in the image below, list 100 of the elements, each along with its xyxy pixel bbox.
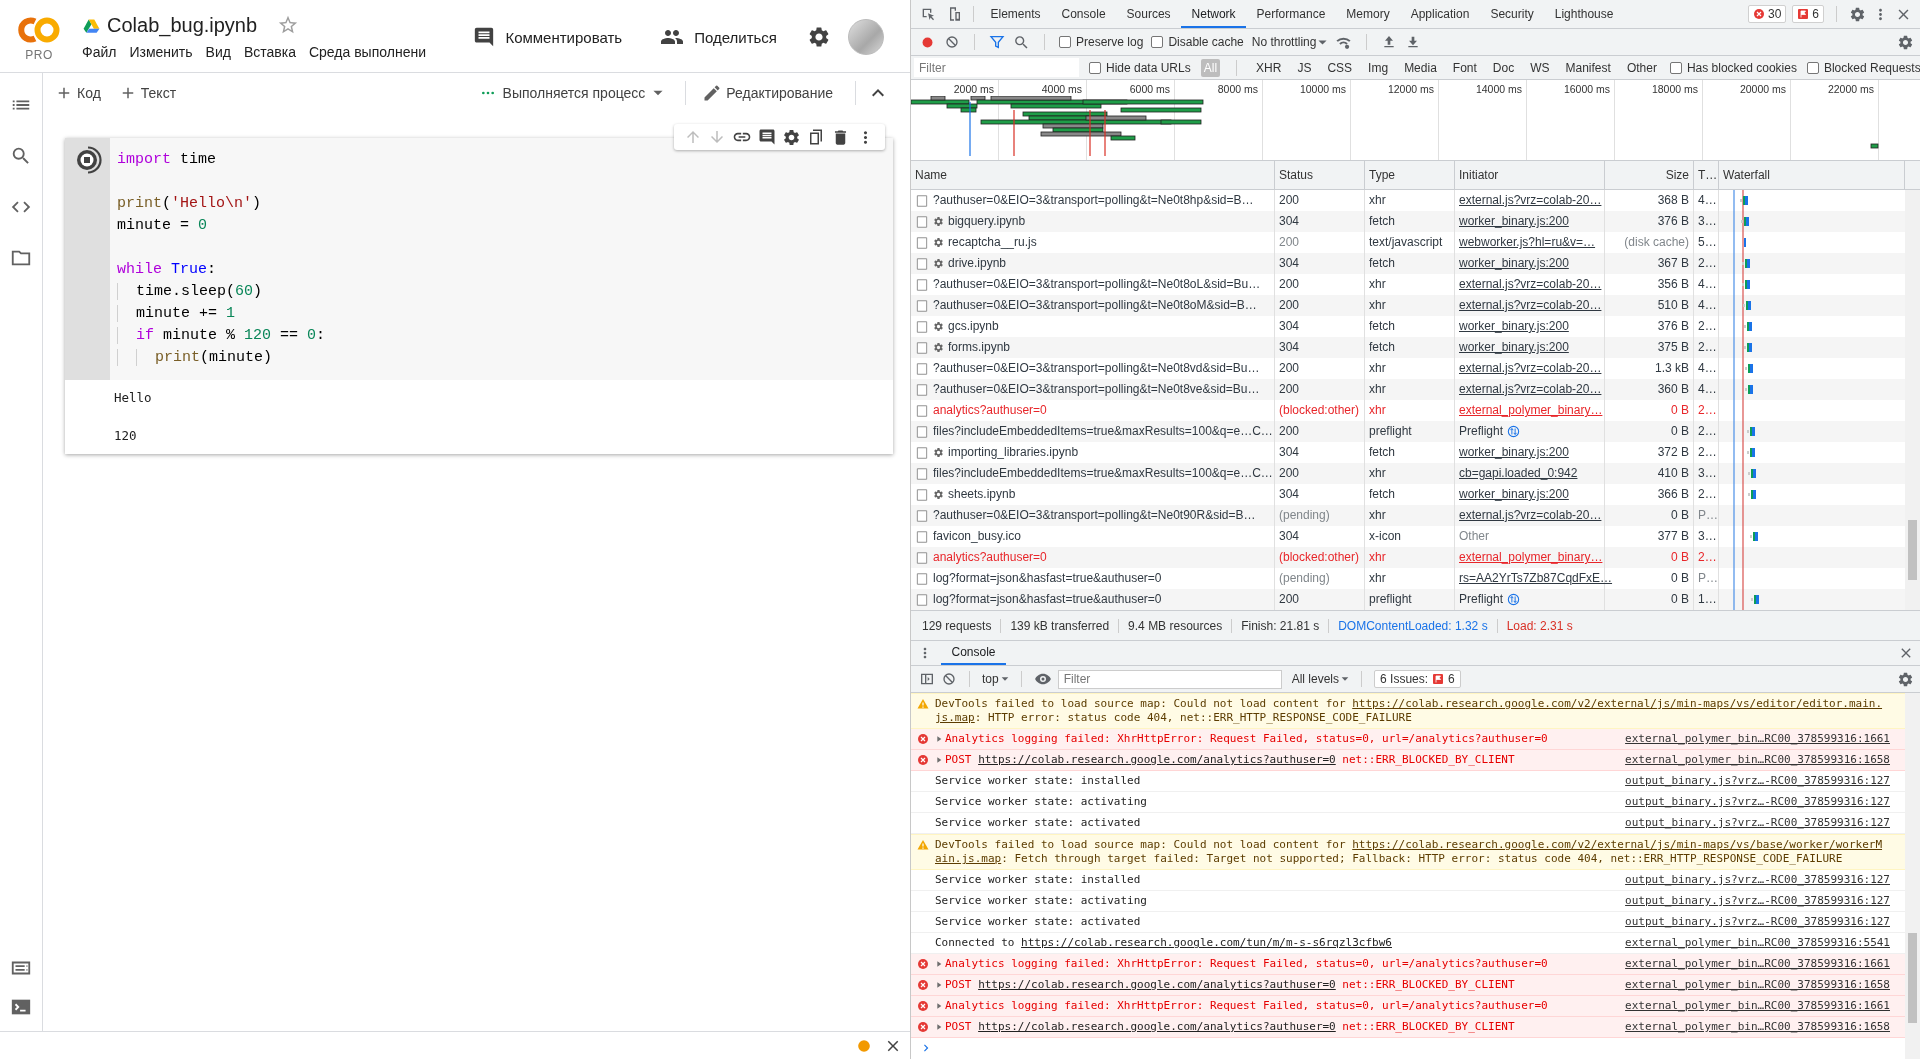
source-link[interactable]: external_polymer_bin…RC00_378599316:1661 bbox=[1625, 732, 1890, 746]
throttling-dropdown[interactable]: No throttling bbox=[1251, 35, 1328, 49]
request-row[interactable]: files?includeEmbeddedItems=true&maxResults=100&q=e…C… 200 xhr cb=gapi.loaded_0:942 410 B 3… bbox=[911, 463, 1905, 484]
type-filter[interactable]: Other bbox=[1623, 58, 1660, 77]
source-link[interactable]: external_polymer_bin…RC00_378599316:5541 bbox=[1625, 936, 1890, 950]
menu-item[interactable]: Вид bbox=[205, 44, 231, 60]
settings-icon[interactable] bbox=[782, 127, 801, 147]
request-name[interactable]: ?authuser=0&EIO=3&transport=polling&t=Ne0t90R&sid=B… bbox=[933, 505, 1256, 526]
panel-tab[interactable]: Console bbox=[1051, 0, 1117, 28]
runtime-status-button[interactable]: Выполняется процесс bbox=[474, 81, 670, 105]
initiator-link[interactable]: external.js?vrz=colab-20… bbox=[1459, 505, 1602, 526]
panel-tab[interactable]: Application bbox=[1400, 0, 1480, 28]
source-link[interactable]: output_binary.js?vrz…-RC00_378599316:127 bbox=[1625, 795, 1890, 809]
menu-item[interactable]: Файл bbox=[82, 44, 117, 60]
issue-count-badge[interactable]: 6 bbox=[1792, 5, 1824, 23]
source-link[interactable]: external_polymer_bin…RC00_378599316:1661 bbox=[1625, 957, 1890, 971]
source-link[interactable]: output_binary.js?vrz…-RC00_378599316:127 bbox=[1625, 774, 1890, 788]
settings-icon[interactable] bbox=[807, 25, 831, 49]
request-name[interactable]: gcs.ipynb bbox=[948, 316, 999, 337]
request-name[interactable]: recaptcha__ru.js bbox=[948, 232, 1037, 253]
request-row[interactable]: ?authuser=0&EIO=3&transport=polling&t=Ne0t90R&sid=B… (pending) xhr external.js?vrz=colab-20… 0 B P… bbox=[911, 505, 1905, 526]
column-header[interactable]: Status bbox=[1275, 161, 1365, 189]
preflight-icon[interactable] bbox=[1507, 425, 1521, 438]
expand-arrow-icon[interactable] bbox=[935, 1002, 943, 1010]
comment-button[interactable]: Комментировать bbox=[465, 20, 631, 54]
request-row[interactable]: forms.ipynb 304 fetch worker_binary.js:200 375 B 2… bbox=[911, 337, 1905, 358]
type-filter[interactable]: Media bbox=[1401, 58, 1440, 77]
expand-arrow-icon[interactable] bbox=[935, 981, 943, 989]
request-row[interactable]: ?authuser=0&EIO=3&transport=polling&t=Ne0t8ve&sid=Bu… 200 xhr external.js?vrz=colab-20… 360 B 4… bbox=[911, 379, 1905, 400]
initiator-link[interactable]: external.js?vrz=colab-20… bbox=[1459, 379, 1602, 400]
checkbox[interactable]: Blocked Requests bbox=[1806, 60, 1920, 75]
clear-icon[interactable] bbox=[944, 34, 960, 50]
checkbox[interactable]: Disable cache bbox=[1151, 35, 1244, 49]
message-link[interactable]: ain.js.map bbox=[935, 852, 1002, 865]
notebook-title[interactable]: Colab_bug.ipynb bbox=[107, 13, 258, 37]
search-icon[interactable] bbox=[10, 145, 32, 167]
request-name[interactable]: drive.ipynb bbox=[948, 253, 1007, 274]
colab-logo[interactable] bbox=[16, 15, 62, 45]
preflight-icon[interactable] bbox=[1507, 593, 1521, 606]
panel-tab[interactable]: Sources bbox=[1116, 0, 1182, 28]
type-filter[interactable]: WS bbox=[1527, 58, 1553, 77]
clear-icon[interactable] bbox=[941, 671, 957, 687]
initiator-link[interactable]: webworker.js?hl=ru&v=… bbox=[1459, 232, 1596, 253]
filter-field[interactable]: Filter bbox=[1057, 669, 1282, 689]
request-row[interactable]: files?includeEmbeddedItems=true&maxResults=100&q=e…C… 200 preflight Preflight 0 B 2… bbox=[911, 421, 1905, 442]
add-text-button[interactable]: Текст bbox=[112, 80, 183, 106]
column-header[interactable]: Type bbox=[1365, 161, 1455, 189]
scrollbar[interactable] bbox=[1905, 693, 1920, 1059]
initiator-link[interactable]: external_polymer_binary… bbox=[1459, 400, 1603, 421]
column-header[interactable]: T… bbox=[1694, 161, 1719, 189]
comment-icon[interactable] bbox=[758, 128, 776, 146]
column-header[interactable]: Waterfall bbox=[1719, 161, 1905, 189]
settings-icon[interactable] bbox=[1897, 33, 1914, 51]
request-row[interactable]: drive.ipynb 304 fetch worker_binary.js:200 367 B 2… bbox=[911, 253, 1905, 274]
type-filter[interactable]: CSS bbox=[1324, 58, 1356, 77]
column-header[interactable]: Initiator bbox=[1455, 161, 1605, 189]
message-link[interactable]: https://colab.research.google.com/analytics?authuser=0 bbox=[978, 1020, 1336, 1033]
request-name[interactable]: analytics?authuser=0 bbox=[933, 547, 1047, 568]
source-link[interactable]: external_polymer_bin…RC00_378599316:1658 bbox=[1625, 1020, 1890, 1034]
message-link[interactable]: js.map bbox=[935, 711, 975, 724]
panel-tab[interactable]: Elements bbox=[980, 0, 1052, 28]
request-name[interactable]: sheets.ipynb bbox=[948, 484, 1016, 505]
type-filter[interactable]: XHR bbox=[1253, 58, 1285, 77]
request-name[interactable]: importing_libraries.ipynb bbox=[948, 442, 1079, 463]
request-name[interactable]: ?authuser=0&EIO=3&transport=polling&t=Ne0t8ve&sid=Bu… bbox=[933, 379, 1260, 400]
type-filter[interactable]: Manifest bbox=[1562, 58, 1614, 77]
panel-tab[interactable]: Security bbox=[1479, 0, 1545, 28]
filter-field[interactable]: Filter bbox=[914, 58, 1079, 77]
initiator-link[interactable]: external.js?vrz=colab-20… bbox=[1459, 274, 1602, 295]
settings-icon[interactable] bbox=[1897, 670, 1914, 688]
code-cell[interactable]: import time print('Hello\n') minute = 0 while True: time.sleep(60) minute += 1 if minute % 120 == 0: print(minute) Hello 120 bbox=[65, 138, 893, 454]
request-name[interactable]: favicon_busy.ico bbox=[933, 526, 1021, 547]
initiator-link[interactable]: worker_binary.js:200 bbox=[1459, 211, 1569, 232]
column-header[interactable]: Name bbox=[911, 161, 1275, 189]
add-code-button[interactable]: Код bbox=[49, 80, 107, 106]
context-dropdown[interactable]: top bbox=[982, 672, 1009, 686]
menu-item[interactable]: Изменить bbox=[129, 44, 193, 60]
code-editor[interactable]: import time print('Hello\n') minute = 0 while True: time.sleep(60) minute += 1 if minute % 120 == 0: print(minute) bbox=[110, 138, 893, 380]
expand-arrow-icon[interactable] bbox=[935, 735, 943, 743]
initiator-link[interactable]: external.js?vrz=colab-20… bbox=[1459, 190, 1602, 211]
request-row[interactable]: analytics?authuser=0 (blocked:other) xhr external_polymer_binary… 0 B 2… bbox=[911, 547, 1905, 568]
initiator-link[interactable]: worker_binary.js:200 bbox=[1459, 442, 1569, 463]
expand-arrow-icon[interactable] bbox=[935, 756, 943, 764]
filter-icon[interactable] bbox=[989, 34, 1005, 50]
request-name[interactable]: ?authuser=0&EIO=3&transport=polling&t=Ne0t8oM&sid=B… bbox=[933, 295, 1257, 316]
source-link[interactable]: external_polymer_bin…RC00_378599316:1661 bbox=[1625, 999, 1890, 1013]
source-link[interactable]: external_polymer_bin…RC00_378599316:1658 bbox=[1625, 753, 1890, 767]
initiator-link[interactable]: worker_binary.js:200 bbox=[1459, 253, 1569, 274]
initiator-link[interactable]: cb=gapi.loaded_0:942 bbox=[1459, 463, 1578, 484]
type-filter[interactable]: Img bbox=[1365, 58, 1392, 77]
source-link[interactable]: output_binary.js?vrz…-RC00_378599316:127 bbox=[1625, 894, 1890, 908]
panel-tab[interactable]: Lighthouse bbox=[1544, 0, 1624, 28]
sidebar-icon[interactable] bbox=[919, 671, 935, 687]
share-button[interactable]: Поделиться bbox=[652, 19, 785, 55]
scrollbar[interactable] bbox=[1905, 190, 1920, 610]
request-name[interactable]: log?format=json&hasfast=true&authuser=0 bbox=[933, 568, 1162, 589]
request-name[interactable]: files?includeEmbeddedItems=true&maxResults=100&q=e…C… bbox=[933, 463, 1273, 484]
checkbox[interactable]: Has blocked cookies bbox=[1669, 60, 1797, 75]
expand-arrow-icon[interactable] bbox=[935, 1023, 943, 1031]
type-filter[interactable]: Font bbox=[1449, 58, 1480, 77]
